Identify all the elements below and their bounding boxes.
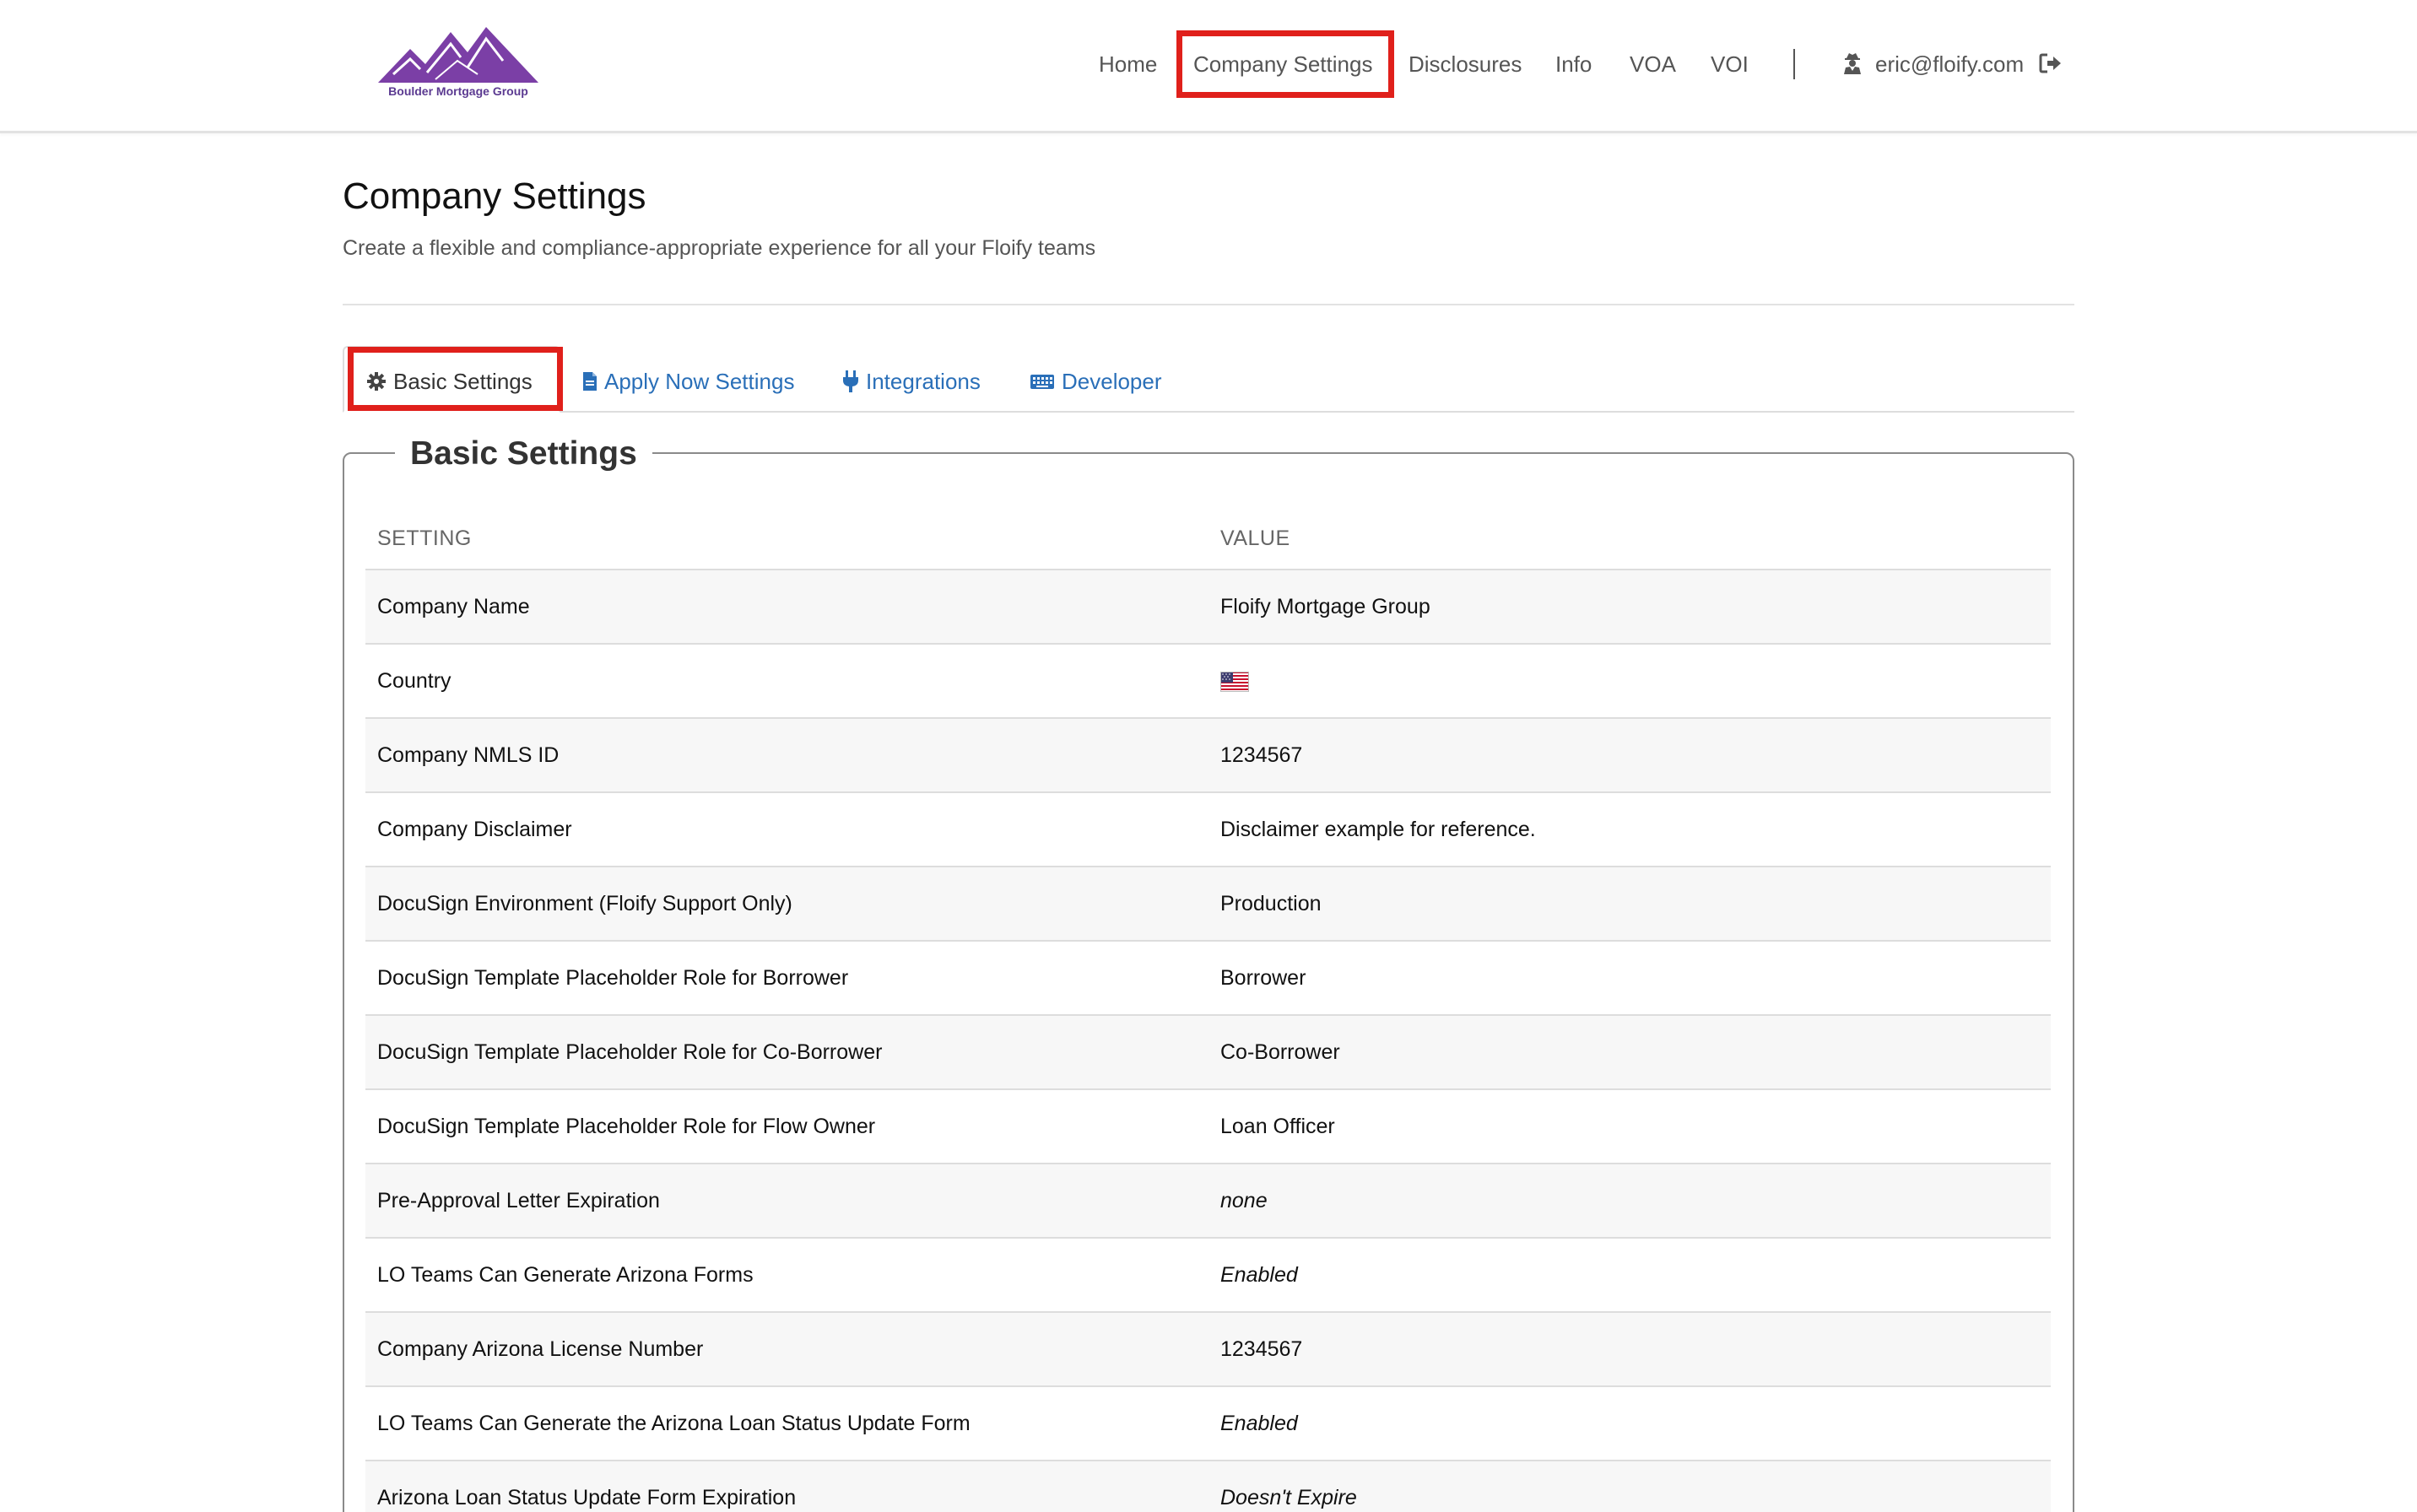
header-divider <box>343 304 2074 305</box>
setting-value: Borrower <box>1220 966 1306 990</box>
page: Boulder Mortgage Group Home Company Sett… <box>0 0 2417 1512</box>
plug-icon <box>843 370 858 392</box>
sign-out-icon[interactable] <box>2039 52 2063 74</box>
column-header-value: VALUE <box>1220 526 1290 550</box>
table-row: Pre-Approval Letter Expiration none <box>365 1164 2051 1239</box>
table-row: DocuSign Environment (Floify Support Onl… <box>365 867 2051 942</box>
table-row: Company Disclaimer Disclaimer example fo… <box>365 793 2051 867</box>
setting-name: DocuSign Template Placeholder Role for F… <box>377 1115 876 1138</box>
keyboard-icon <box>1030 375 1054 389</box>
top-navbar: Boulder Mortgage Group Home Company Sett… <box>0 0 2417 133</box>
setting-value: Enabled <box>1220 1412 1298 1435</box>
table-row: DocuSign Template Placeholder Role for C… <box>365 1016 2051 1090</box>
file-icon <box>583 372 597 391</box>
setting-name: Arizona Loan Status Update Form Expirati… <box>377 1486 797 1509</box>
nav-info[interactable]: Info <box>1555 51 1592 78</box>
tab-label: Basic Settings <box>393 369 533 394</box>
tabs-baseline <box>343 411 2074 413</box>
column-header-setting: SETTING <box>377 526 472 550</box>
nav-disclosures[interactable]: Disclosures <box>1409 51 1522 78</box>
mountain-logo-icon <box>378 27 538 83</box>
user-email[interactable]: eric@floify.com <box>1875 51 2024 78</box>
setting-value: 1234567 <box>1220 743 1303 767</box>
setting-value: 1234567 <box>1220 1337 1303 1361</box>
gear-icon <box>367 372 386 391</box>
table-row: Arizona Loan Status Update Form Expirati… <box>365 1461 2051 1512</box>
nav-divider <box>1793 49 1795 79</box>
nav-voi[interactable]: VOI <box>1711 51 1749 78</box>
table-row: DocuSign Template Placeholder Role for F… <box>365 1090 2051 1164</box>
tab-developer[interactable]: Developer <box>1030 368 1162 395</box>
page-subtitle: Create a flexible and compliance-appropr… <box>343 236 1096 260</box>
table-row: DocuSign Template Placeholder Role for B… <box>365 942 2051 1016</box>
tab-label: Developer <box>1062 369 1162 394</box>
setting-name: LO Teams Can Generate Arizona Forms <box>377 1263 754 1287</box>
tab-basic-settings[interactable]: Basic Settings <box>366 368 533 395</box>
tab-label: Apply Now Settings <box>604 369 795 394</box>
setting-value: Floify Mortgage Group <box>1220 595 1430 618</box>
setting-name: Company Name <box>377 595 530 618</box>
logo-text: Boulder Mortgage Group <box>388 84 528 98</box>
table-row: Country <box>365 645 2051 719</box>
table-row: LO Teams Can Generate Arizona Forms Enab… <box>365 1239 2051 1313</box>
setting-name: Company Arizona License Number <box>377 1337 704 1361</box>
table-header: SETTING VALUE <box>365 511 2051 570</box>
setting-name: DocuSign Environment (Floify Support Onl… <box>377 892 792 915</box>
setting-name: DocuSign Template Placeholder Role for B… <box>377 966 849 990</box>
table-row: LO Teams Can Generate the Arizona Loan S… <box>365 1387 2051 1461</box>
setting-name: LO Teams Can Generate the Arizona Loan S… <box>377 1412 971 1435</box>
us-flag-icon <box>1220 672 1249 692</box>
panel-legend: Basic Settings <box>395 430 652 478</box>
tab-integrations[interactable]: Integrations <box>842 368 981 395</box>
setting-name: Company NMLS ID <box>377 743 560 767</box>
table-row: Company Name Floify Mortgage Group <box>365 570 2051 645</box>
tab-label: Integrations <box>866 369 981 394</box>
setting-name: Company Disclaimer <box>377 818 572 841</box>
settings-table: SETTING VALUE Company Name Floify Mortga… <box>365 511 2051 1512</box>
setting-value: none <box>1220 1189 1268 1212</box>
tab-apply-now-settings[interactable]: Apply Now Settings <box>582 368 794 395</box>
table-row: Company NMLS ID 1234567 <box>365 719 2051 793</box>
setting-value: Enabled <box>1220 1263 1298 1287</box>
user-secret-icon <box>1844 53 1861 74</box>
setting-name: Country <box>377 669 451 693</box>
setting-name: DocuSign Template Placeholder Role for C… <box>377 1040 883 1064</box>
nav-home[interactable]: Home <box>1099 51 1157 78</box>
table-row: Company Arizona License Number 1234567 <box>365 1313 2051 1387</box>
setting-name: Pre-Approval Letter Expiration <box>377 1189 660 1212</box>
setting-value: Co-Borrower <box>1220 1040 1340 1064</box>
setting-value: Production <box>1220 892 1322 915</box>
page-title: Company Settings <box>343 176 646 217</box>
setting-value: Doesn't Expire <box>1220 1486 1357 1509</box>
nav-highlight-box <box>1176 30 1394 98</box>
company-logo[interactable]: Boulder Mortgage Group <box>376 24 540 105</box>
setting-value: Loan Officer <box>1220 1115 1335 1138</box>
setting-value: Disclaimer example for reference. <box>1220 818 1536 841</box>
nav-voa[interactable]: VOA <box>1630 51 1676 78</box>
